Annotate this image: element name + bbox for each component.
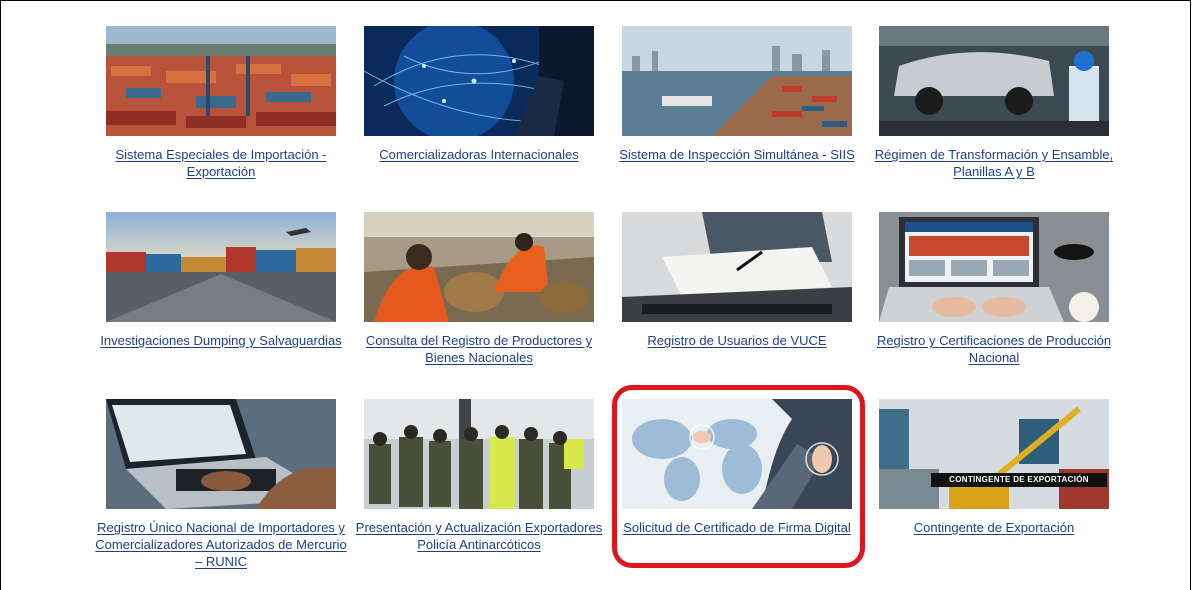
car-assembly-image[interactable] bbox=[879, 26, 1109, 136]
port-aerial-image[interactable] bbox=[622, 26, 852, 136]
police-officers-image[interactable] bbox=[364, 399, 594, 509]
tile-label[interactable]: Contingente de Exportación bbox=[867, 519, 1121, 536]
tile-label[interactable]: Registro y Certificaciones de Producción… bbox=[867, 332, 1121, 366]
tile-label[interactable]: Investigaciones Dumping y Salvaguardias bbox=[94, 332, 348, 349]
tile-label[interactable]: Sistema de Inspección Simultánea - SIIS bbox=[610, 146, 864, 163]
tile-label[interactable]: Registro Único Nacional de Importadores … bbox=[94, 519, 348, 570]
laptop-website-image[interactable] bbox=[879, 212, 1109, 322]
typing-laptop-image[interactable] bbox=[106, 399, 336, 509]
global-network-image[interactable] bbox=[364, 26, 594, 136]
port-containers-image[interactable] bbox=[106, 26, 336, 136]
factory-workers-image[interactable] bbox=[364, 212, 594, 322]
writing-laptop-image[interactable] bbox=[622, 212, 852, 322]
tile-label[interactable]: Régimen de Transformación y Ensamble, Pl… bbox=[867, 146, 1121, 180]
image-overlay-caption: CONTINGENTE DE EXPORTACIÓN bbox=[931, 473, 1107, 487]
highlight-box bbox=[612, 385, 865, 568]
tile-label[interactable]: Presentación y Actualización Exportadore… bbox=[352, 519, 606, 553]
tile-label[interactable]: Sistema Especiales de Importación - Expo… bbox=[94, 146, 348, 180]
tile-label[interactable]: Registro de Usuarios de VUCE bbox=[610, 332, 864, 349]
tile-label[interactable]: Consulta del Registro de Productores y B… bbox=[352, 332, 606, 366]
tile-label[interactable]: Comercializadoras Internacionales bbox=[352, 146, 606, 163]
container-crane-image[interactable]: CONTINGENTE DE EXPORTACIÓN bbox=[879, 399, 1109, 509]
container-terminal-image[interactable] bbox=[106, 212, 336, 322]
